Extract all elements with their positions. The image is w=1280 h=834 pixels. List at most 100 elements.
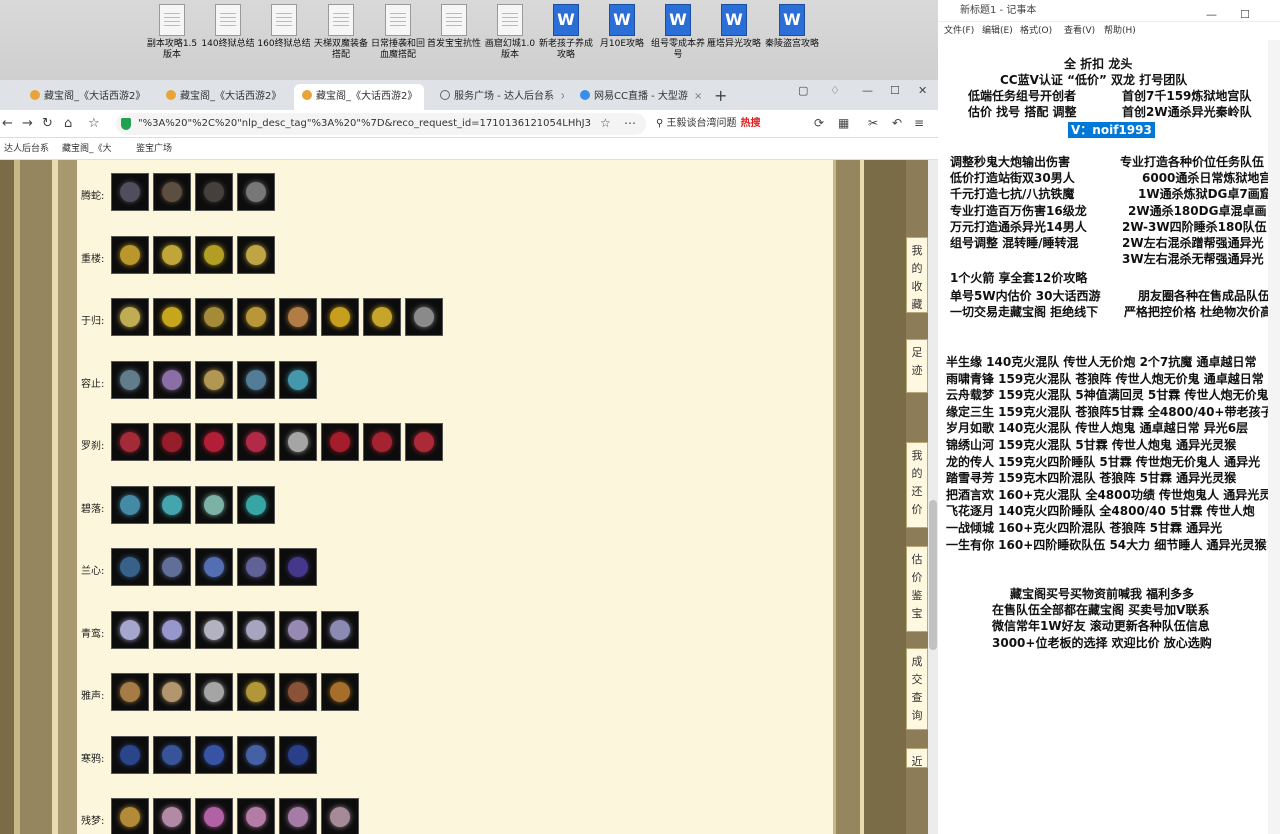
item-icon[interactable]	[321, 798, 359, 834]
item-icon[interactable]	[279, 735, 317, 774]
home-icon[interactable]: ⌂	[64, 116, 72, 131]
tab-item[interactable]: 藏宝阁_《大话西游2》×	[158, 84, 286, 110]
item-icon[interactable]	[153, 298, 191, 336]
tab-item[interactable]: 网易CC直播 - 大型游 ×	[572, 84, 702, 110]
item-icon[interactable]	[111, 548, 149, 586]
forward-arrow-icon[interactable]: →	[22, 116, 33, 131]
desktop-icon[interactable]: 画窟幻城1.0版本	[482, 4, 538, 61]
item-icon[interactable]	[237, 548, 275, 586]
item-icon[interactable]	[111, 673, 149, 711]
maximize-icon[interactable]: ☐	[890, 84, 900, 97]
item-icon[interactable]	[321, 610, 359, 649]
item-icon[interactable]	[111, 423, 149, 461]
desktop-icon[interactable]: 140终狱总结	[200, 4, 256, 50]
item-icon[interactable]	[405, 298, 443, 336]
back-arrow-icon[interactable]: ←	[2, 116, 13, 131]
tab-item[interactable]: 藏宝阁_《大话西游2》×	[22, 84, 150, 110]
undo-icon[interactable]: ↶	[892, 116, 902, 130]
side-button[interactable]: 我的收藏	[906, 237, 928, 313]
item-icon[interactable]	[195, 548, 233, 586]
menu-item[interactable]: 格式(O)	[1020, 22, 1052, 40]
desktop-icon[interactable]: W 组号零成本养号	[650, 4, 706, 61]
apps-grid-icon[interactable]: ▦	[838, 116, 849, 130]
more-dots-icon[interactable]: ⋯	[624, 116, 636, 130]
item-icon[interactable]	[237, 298, 275, 336]
item-icon[interactable]	[153, 548, 191, 586]
side-button[interactable]: 足迹	[906, 339, 928, 393]
item-icon[interactable]	[153, 423, 191, 461]
desktop-icon[interactable]: 副本攻略1.5版本	[144, 4, 200, 61]
item-icon[interactable]	[153, 173, 191, 211]
bookmark-star-icon[interactable]: ☆	[88, 116, 100, 131]
item-icon[interactable]	[153, 485, 191, 524]
item-icon[interactable]	[153, 735, 191, 774]
item-icon[interactable]	[111, 610, 149, 649]
item-icon[interactable]	[195, 485, 233, 524]
star-icon[interactable]: ☆	[600, 116, 611, 130]
shirt-icon[interactable]: ♢	[830, 84, 840, 97]
desktop-icon[interactable]: W 新老孩子养成攻略	[538, 4, 594, 61]
item-icon[interactable]	[111, 235, 149, 274]
item-icon[interactable]	[279, 360, 317, 399]
desktop-icon[interactable]: 日常捶袭和回血魔搭配	[370, 4, 426, 61]
item-icon[interactable]	[279, 423, 317, 461]
item-icon[interactable]	[279, 673, 317, 711]
tab-item[interactable]: 藏宝阁_《大话西游2》×	[294, 84, 424, 110]
bookmark-item[interactable]: 藏宝阁_《大	[62, 138, 112, 160]
tab-list-icon[interactable]: ▢	[798, 84, 808, 97]
item-icon[interactable]	[237, 235, 275, 274]
new-tab-plus-icon[interactable]: +	[714, 86, 727, 105]
side-button[interactable]: 估价鉴宝	[906, 546, 928, 632]
side-button[interactable]: 近	[906, 748, 928, 768]
item-icon[interactable]	[195, 235, 233, 274]
scissors-icon[interactable]: ✂	[868, 116, 878, 130]
item-icon[interactable]	[111, 360, 149, 399]
page-scrollbar-thumb[interactable]	[929, 500, 937, 650]
item-icon[interactable]	[195, 360, 233, 399]
reload-icon[interactable]: ↻	[42, 116, 53, 131]
close-icon[interactable]: ✕	[918, 84, 927, 97]
item-icon[interactable]	[363, 298, 401, 336]
tab-item[interactable]: 服务广场 - 达人后台系 ×	[432, 84, 564, 110]
item-icon[interactable]	[237, 485, 275, 524]
url-input[interactable]: "%3A%20"%2C%20"nlp_desc_tag"%3A%20"%7D&r…	[116, 113, 646, 135]
item-icon[interactable]	[237, 173, 275, 211]
tab-close-icon[interactable]: ×	[694, 91, 702, 102]
desktop-icon[interactable]: W 秦陵盗宫攻略	[764, 4, 820, 50]
item-icon[interactable]	[237, 673, 275, 711]
item-icon[interactable]	[195, 423, 233, 461]
item-icon[interactable]	[195, 610, 233, 649]
item-icon[interactable]	[195, 298, 233, 336]
item-icon[interactable]	[279, 798, 317, 834]
item-icon[interactable]	[363, 423, 401, 461]
side-button[interactable]: 成交查询	[906, 648, 928, 730]
notepad-text-area[interactable]: 全 折扣 龙头 CC蓝V认证 “低价” 双龙 打号团队 低端任务组号开创者 首创7千1…	[938, 40, 1280, 834]
item-icon[interactable]	[405, 423, 443, 461]
item-icon[interactable]	[195, 798, 233, 834]
tab-close-icon[interactable]: ×	[423, 91, 424, 102]
search-box[interactable]: ⚲ 王毅谈台湾问题 热搜	[656, 113, 804, 135]
item-icon[interactable]	[279, 298, 317, 336]
item-icon[interactable]	[237, 360, 275, 399]
bookmark-item[interactable]: 达人后台系	[4, 138, 49, 160]
tab-close-icon[interactable]: ×	[560, 91, 564, 102]
menu-item[interactable]: 文件(F)	[944, 22, 974, 40]
item-icon[interactable]	[153, 673, 191, 711]
item-icon[interactable]	[111, 173, 149, 211]
page-scrollbar[interactable]	[928, 160, 938, 834]
menu-item[interactable]: 帮助(H)	[1104, 22, 1136, 40]
item-icon[interactable]	[195, 173, 233, 211]
item-icon[interactable]	[111, 798, 149, 834]
item-icon[interactable]	[237, 798, 275, 834]
item-icon[interactable]	[153, 798, 191, 834]
minimize-icon[interactable]: —	[862, 84, 873, 97]
item-icon[interactable]	[321, 673, 359, 711]
desktop-icon[interactable]: W 月10E攻略	[594, 4, 650, 50]
item-icon[interactable]	[279, 548, 317, 586]
desktop-icon[interactable]: 160终狱总结	[256, 4, 312, 50]
item-icon[interactable]	[237, 423, 275, 461]
item-icon[interactable]	[321, 423, 359, 461]
menu-item[interactable]: 查看(V)	[1064, 22, 1095, 40]
side-button[interactable]: 我的还价	[906, 442, 928, 528]
item-icon[interactable]	[111, 485, 149, 524]
